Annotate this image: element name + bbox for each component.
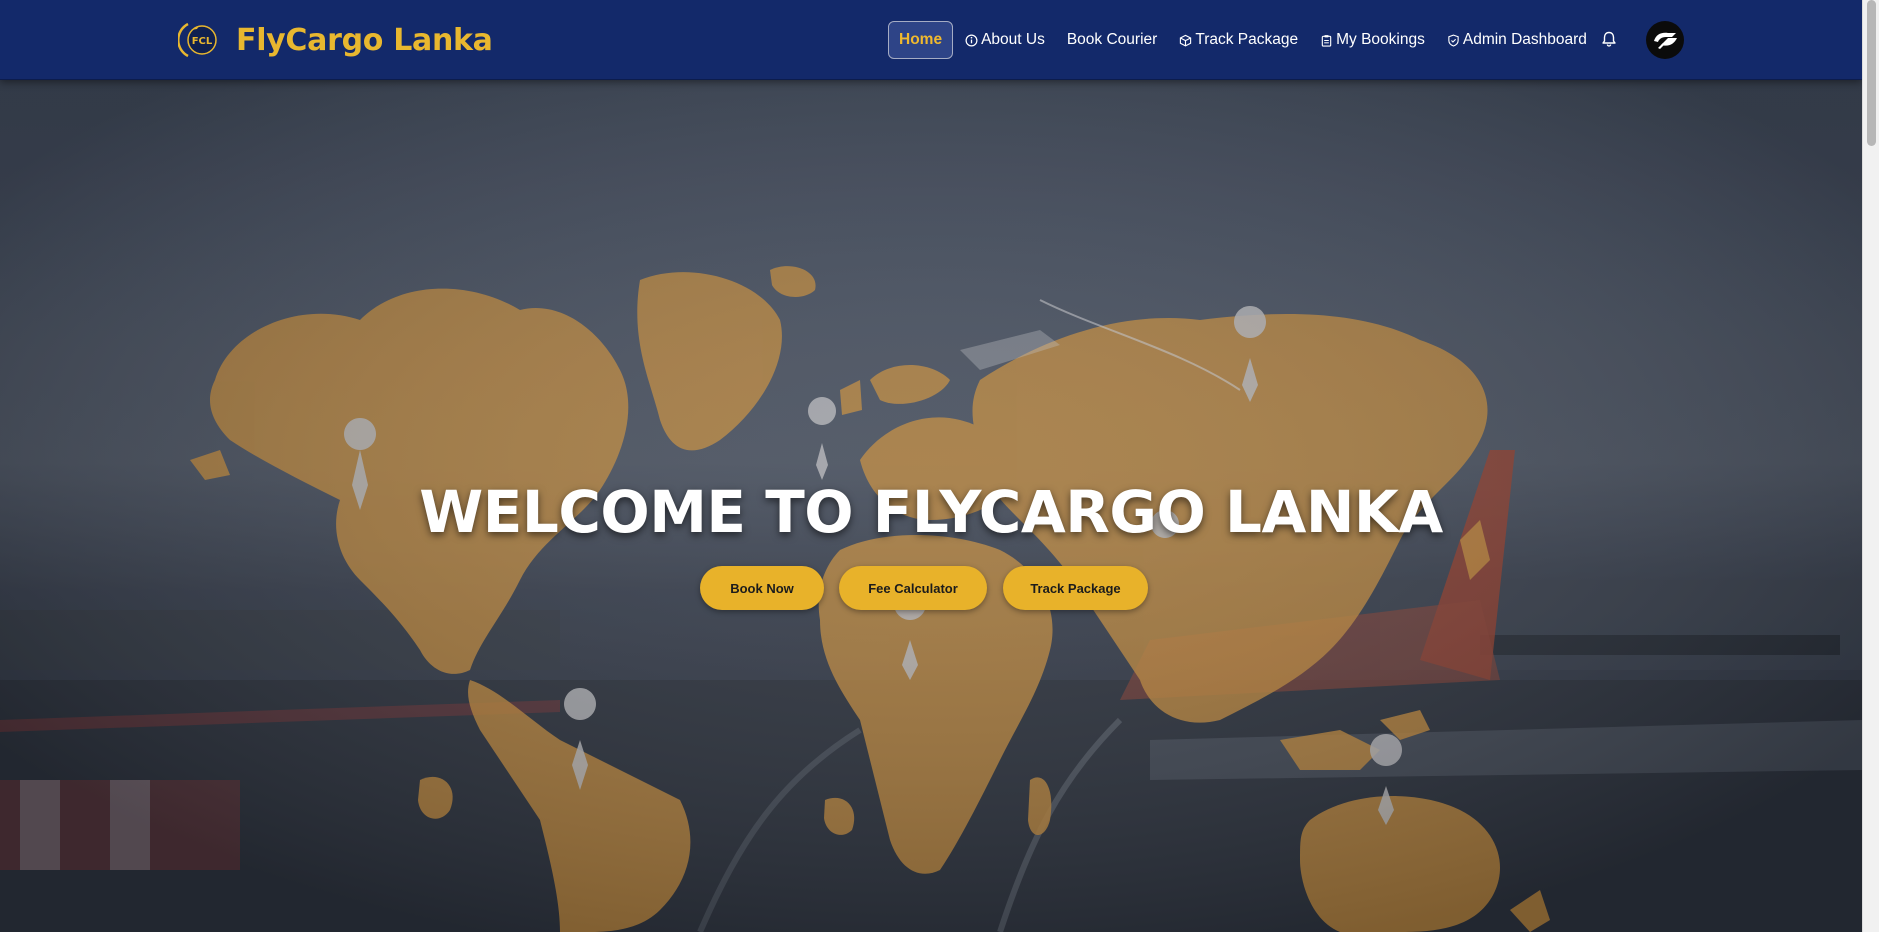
nav-my-bookings-label: My Bookings (1336, 31, 1425, 48)
nav-track-package[interactable]: Track Package (1170, 21, 1307, 59)
scrollbar-thumb[interactable] (1867, 0, 1876, 146)
brand-logo-icon: FCL (178, 22, 217, 58)
main-nav: Home About Us Book Courier Track Package (888, 21, 1600, 59)
nav-book-courier-label: Book Courier (1066, 31, 1158, 48)
box-icon (1180, 34, 1192, 47)
hero-title: WELCOME TO FLYCARGO LANKA (419, 478, 1443, 546)
nav-book-courier[interactable]: Book Courier (1058, 21, 1166, 59)
nav-my-bookings[interactable]: My Bookings (1311, 21, 1434, 59)
book-now-button[interactable]: Book Now (700, 566, 824, 610)
info-circle-icon (965, 34, 978, 46)
page-scrollbar[interactable] (1862, 0, 1879, 932)
shield-icon (1448, 34, 1459, 47)
avatar-logo-icon (1654, 32, 1677, 49)
fee-calculator-button[interactable]: Fee Calculator (839, 566, 987, 610)
nav-home-label: Home (899, 31, 943, 48)
nav-admin-dashboard-label: Admin Dashboard (1462, 31, 1587, 48)
brand-name: FlyCargo Lanka (236, 22, 493, 58)
hero-button-group: Book Now Fee Calculator Track Package (0, 566, 1862, 610)
top-navbar: FCL FlyCargo Lanka Home About Us Book Co… (0, 0, 1862, 80)
nav-track-package-label: Track Package (1195, 31, 1299, 48)
clipboard-icon (1321, 34, 1332, 47)
hero-section: WELCOME TO FLYCARGO LANKA Book Now Fee C… (0, 80, 1862, 932)
brand-link[interactable]: FCL FlyCargo Lanka (178, 20, 493, 60)
nav-admin-dashboard[interactable]: Admin Dashboard (1438, 21, 1596, 59)
track-package-button[interactable]: Track Package (1003, 566, 1148, 610)
bell-icon[interactable] (1600, 30, 1618, 48)
svg-text:FCL: FCL (192, 36, 213, 47)
nav-about-us[interactable]: About Us (956, 21, 1054, 59)
nav-about-us-label: About Us (981, 31, 1045, 48)
nav-home[interactable]: Home (888, 21, 954, 59)
avatar-icon[interactable] (1646, 21, 1684, 59)
